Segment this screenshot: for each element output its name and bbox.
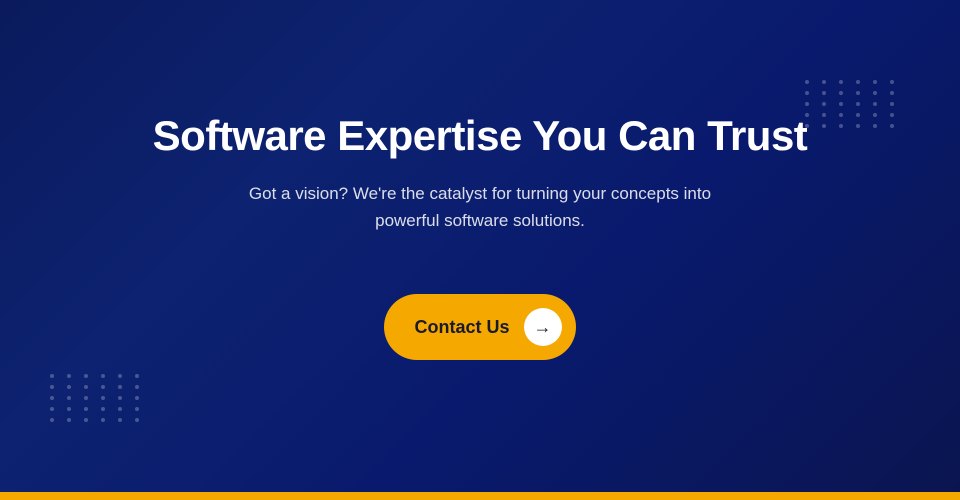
dots-bottom-left bbox=[50, 374, 145, 422]
gold-bar bbox=[0, 492, 960, 500]
page-wrapper: Software Expertise You Can Trust Got a v… bbox=[0, 0, 960, 500]
hero-section: Software Expertise You Can Trust Got a v… bbox=[0, 0, 960, 492]
hero-subtitle: Got a vision? We're the catalyst for tur… bbox=[220, 180, 740, 234]
arrow-circle: → bbox=[524, 308, 562, 346]
hero-title: Software Expertise You Can Trust bbox=[153, 112, 808, 160]
dots-top-right bbox=[805, 80, 900, 128]
cta-label: Contact Us bbox=[414, 317, 509, 338]
arrow-icon: → bbox=[534, 318, 552, 336]
contact-us-button[interactable]: Contact Us → bbox=[384, 294, 575, 360]
